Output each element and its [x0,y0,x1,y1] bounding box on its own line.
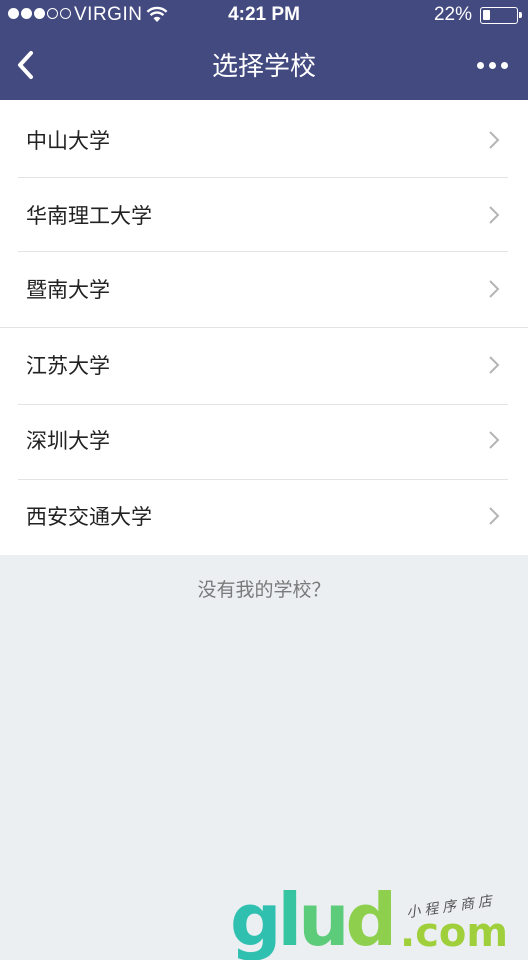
school-list-item[interactable]: 华南理工大学 [0,177,528,253]
page-title: 选择学校 [211,52,316,82]
school-name: 深圳大学 [26,429,110,453]
school-list: 中山大学 华南理工大学 暨南大学 江苏大学 深圳大学 西安交通大学 [0,100,528,555]
navigation-bar: 选择学校 [0,32,528,100]
school-name: 暨南大学 [26,278,110,302]
chevron-right-icon [489,131,500,149]
battery-fill [483,10,490,20]
school-name: 中山大学 [26,129,110,153]
watermark-logo: glud .com 小程序商店 [226,880,526,960]
chevron-right-icon [489,206,500,224]
chevron-right-icon [489,507,500,525]
school-list-item[interactable]: 深圳大学 [0,402,528,478]
school-name: 华南理工大学 [26,204,152,228]
school-name: 西安交通大学 [26,505,152,529]
chevron-right-icon [489,356,500,374]
battery-percentage: 22% [433,4,472,25]
watermark-logo-text: glud [230,878,397,960]
more-dots-icon[interactable] [472,62,508,69]
chevron-right-icon [489,280,500,298]
school-list-item[interactable]: 中山大学 [0,102,528,178]
school-list-item[interactable]: 西安交通大学 [0,478,528,554]
chevron-right-icon [489,431,500,449]
missing-school-link[interactable]: 没有我的学校？ [0,575,528,602]
status-bar: VIRGIN 4:21 PM 22% [0,0,528,32]
school-list-item[interactable]: 暨南大学 [0,251,528,327]
battery-icon [480,7,522,24]
school-list-item[interactable]: 江苏大学 [0,327,528,403]
school-name: 江苏大学 [26,354,110,378]
top-bar: VIRGIN 4:21 PM 22% 选择学校 [0,0,528,100]
